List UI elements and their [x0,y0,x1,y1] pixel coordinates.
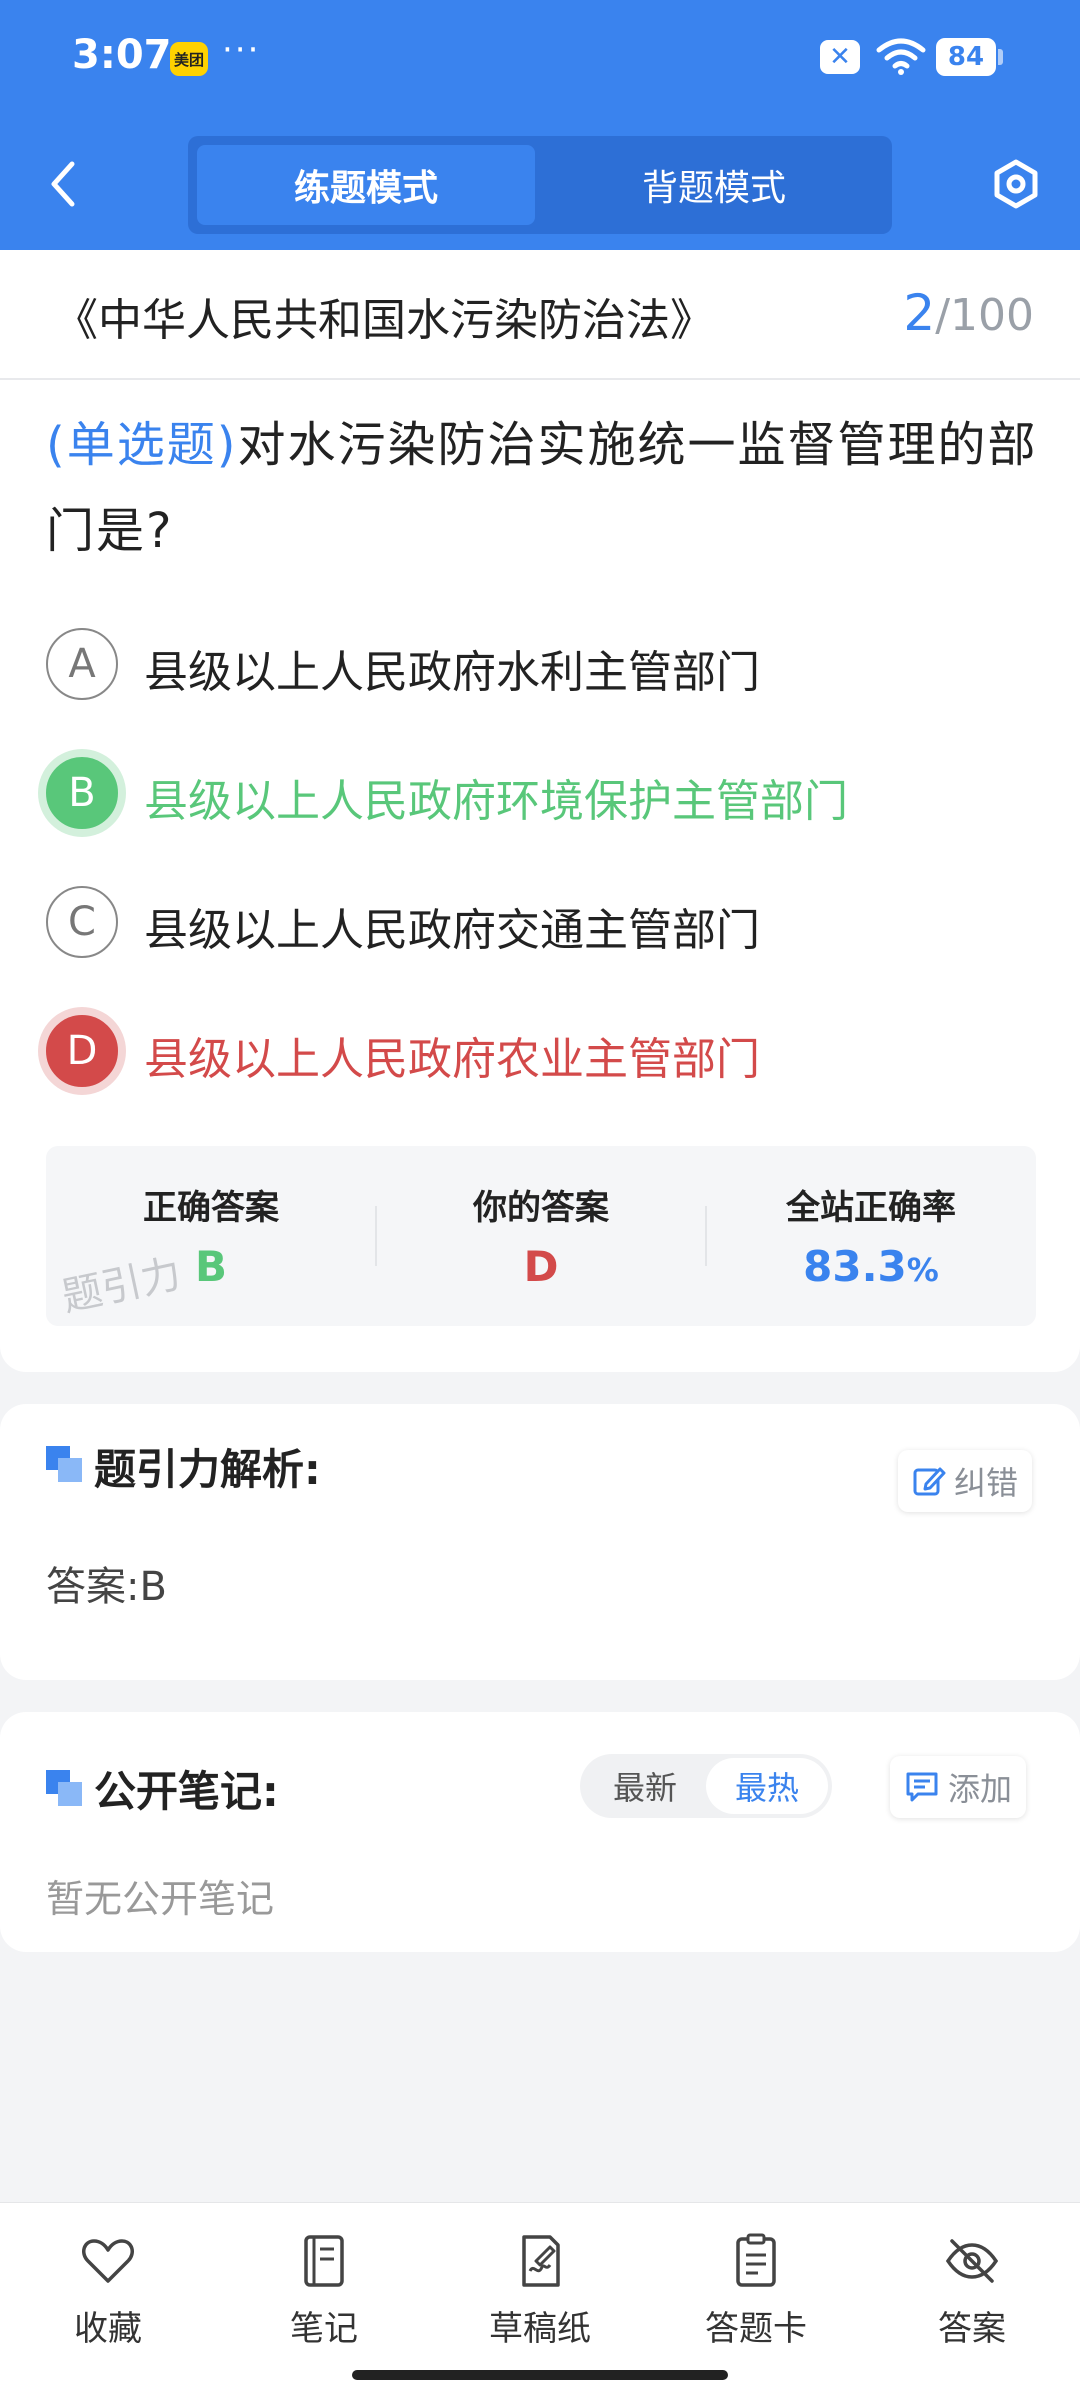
back-arrow-icon[interactable] [44,156,84,212]
your-answer-column: 你的答案 D [376,1146,706,1326]
status-time: 3:07 [72,32,172,78]
accuracy-label: 全站正确率 [786,1188,956,1228]
your-answer-label: 你的答案 [473,1188,609,1228]
public-notes-card: 公开笔记: 最新 最热 添加 暂无公开笔记 [0,1712,1080,1952]
answer-result-panel: 正确答案 B 你的答案 D 全站正确率 83.3% 题引力 [46,1146,1036,1326]
meituan-app-icon: 美团 [170,42,208,76]
report-error-label: 纠错 [954,1464,1019,1502]
option-a[interactable]: A 县级以上人民政府水利主管部门 [46,624,1046,704]
accuracy-number: 83.3 [803,1242,907,1291]
accuracy-column: 全站正确率 83.3% [706,1146,1036,1326]
public-notes-title: 公开笔记: [94,1767,279,1816]
option-text: 县级以上人民政府水利主管部门 [144,647,760,698]
option-text: 县级以上人民政府农业主管部门 [144,1034,760,1085]
notes-button[interactable]: 笔记 [244,2231,404,2361]
battery-indicator: 84 [936,38,996,76]
option-text: 县级以上人民政府环境保护主管部门 [144,776,848,827]
settings-icon[interactable] [990,158,1042,210]
tab-memorize-mode[interactable]: 背题模式 [545,145,883,225]
law-title: 《中华人民共和国水污染防治法》 [54,295,714,346]
favorite-label: 收藏 [74,2309,142,2349]
show-answer-label: 答案 [938,2309,1006,2349]
current-question-number: 2 [903,284,936,342]
answer-card-label: 答题卡 [705,2309,807,2349]
question-card: (单选题)对水污染防治实施统一监督管理的部门是? A 县级以上人民政府水利主管部… [0,380,1080,1372]
section-marker-icon [46,1446,82,1482]
option-b[interactable]: B 县级以上人民政府环境保护主管部门 [46,753,1046,833]
notebook-icon [304,2235,344,2287]
option-letter: C [46,886,118,958]
draft-paper-button[interactable]: 草稿纸 [460,2231,620,2361]
option-text: 县级以上人民政府交通主管部门 [144,905,760,956]
accuracy-value: 83.3% [706,1242,1036,1291]
signal-off-icon: ✕ [820,40,860,74]
option-c[interactable]: C 县级以上人民政府交通主管部门 [46,882,1046,962]
no-notes-message: 暂无公开笔记 [46,1877,275,1921]
status-bar: 3:07 美团 ··· ✕ 84 [0,0,1080,120]
option-d[interactable]: D 县级以上人民政府农业主管部门 [46,1011,1046,1091]
notes-sort-toggle: 最新 最热 [580,1754,832,1818]
edit-icon [913,1467,946,1496]
option-letter: A [46,628,118,700]
law-title-bar: 《中华人民共和国水污染防治法》 2/100 [0,250,1080,380]
question-type: (单选题) [46,417,238,473]
show-answer-button[interactable]: 答案 [892,2231,1052,2361]
heart-icon [82,2239,134,2283]
comment-icon [906,1772,938,1802]
draft-paper-label: 草稿纸 [489,2309,591,2349]
sort-hottest-button[interactable]: 最热 [706,1758,828,1814]
correct-answer-label: 正确答案 [143,1188,279,1228]
mode-switch: 练题模式 背题模式 [188,136,892,234]
more-notifications-icon: ··· [222,30,261,70]
option-letter: D [46,1015,118,1087]
analysis-title: 题引力解析: [94,1445,321,1494]
question-text: (单选题)对水污染防治实施统一监督管理的部门是? [46,402,1042,574]
analysis-card: 题引力解析: 纠错 答案:B [0,1404,1080,1680]
accuracy-unit: % [906,1251,939,1289]
your-answer-value: D [523,1242,559,1291]
add-note-button[interactable]: 添加 [890,1756,1027,1818]
add-note-label: 添加 [948,1770,1013,1808]
sort-newest-button[interactable]: 最新 [584,1758,706,1814]
question-progress: 2/100 [903,284,1034,342]
section-marker-icon [46,1770,82,1806]
option-letter: B [46,757,118,829]
battery-tip [998,49,1003,65]
answer-card-icon [736,2233,776,2287]
report-error-button[interactable]: 纠错 [898,1450,1033,1512]
app-header: 3:07 美团 ··· ✕ 84 练题模式 背题模式 [0,0,1080,250]
home-indicator[interactable] [352,2370,728,2380]
draft-paper-icon [522,2235,560,2287]
wifi-icon [876,38,926,75]
favorite-button[interactable]: 收藏 [28,2231,188,2361]
eye-off-icon [945,2239,999,2283]
total-questions: /100 [935,290,1034,341]
tab-practice-mode[interactable]: 练题模式 [197,145,535,225]
analysis-answer: 答案:B [46,1564,167,1610]
answer-card-button[interactable]: 答题卡 [676,2231,836,2361]
notes-label: 笔记 [290,2309,358,2349]
